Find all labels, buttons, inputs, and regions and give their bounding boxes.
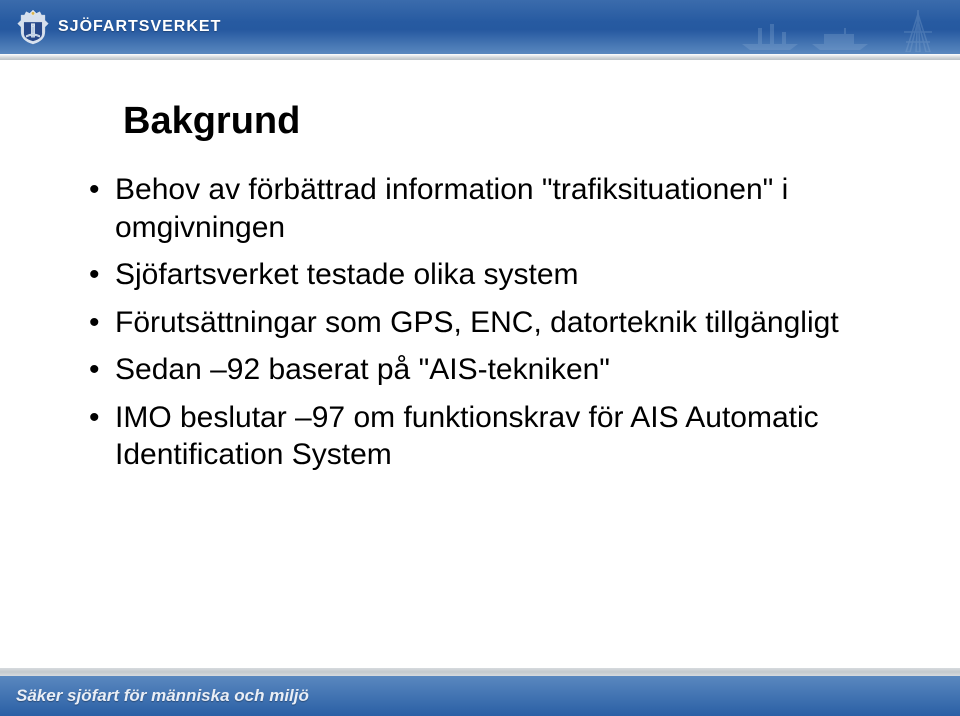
bullet-list: Behov av förbättrad information "trafiks… xyxy=(85,171,900,474)
slide: SJÖFARTSVERKET Bakgrund Behov av förbätt… xyxy=(0,0,960,716)
list-item: Sedan –92 baserat på "AIS-tekniken" xyxy=(85,351,900,389)
content-area: Bakgrund Behov av förbättrad information… xyxy=(85,100,900,484)
brand-wordmark: SJÖFARTSVERKET xyxy=(58,18,221,36)
list-item-text: Sedan –92 baserat på "AIS-tekniken" xyxy=(115,351,900,389)
footer-bar: Säker sjöfart för människa och miljö xyxy=(0,676,960,716)
list-item: Behov av förbättrad information "trafiks… xyxy=(85,171,900,246)
list-item: Sjöfartsverket testade olika system xyxy=(85,256,900,294)
list-item: Förutsättningar som GPS, ENC, datortekni… xyxy=(85,304,900,342)
list-item-text: Behov av förbättrad information "trafiks… xyxy=(115,171,900,246)
divider-bottom xyxy=(0,668,960,676)
page-title: Bakgrund xyxy=(123,100,900,143)
list-item: IMO beslutar –97 om funktionskrav för AI… xyxy=(85,399,900,474)
list-item-text: IMO beslutar –97 om funktionskrav för AI… xyxy=(115,399,900,474)
divider-top xyxy=(0,54,960,60)
footer-tagline: Säker sjöfart för människa och miljö xyxy=(16,686,309,706)
list-item-text: Förutsättningar som GPS, ENC, datortekni… xyxy=(115,304,900,342)
brand-logo-area: SJÖFARTSVERKET xyxy=(16,8,221,46)
list-item-text: Sjöfartsverket testade olika system xyxy=(115,256,900,294)
header-bar: SJÖFARTSVERKET xyxy=(0,0,960,54)
brand-emblem-icon xyxy=(16,8,50,46)
